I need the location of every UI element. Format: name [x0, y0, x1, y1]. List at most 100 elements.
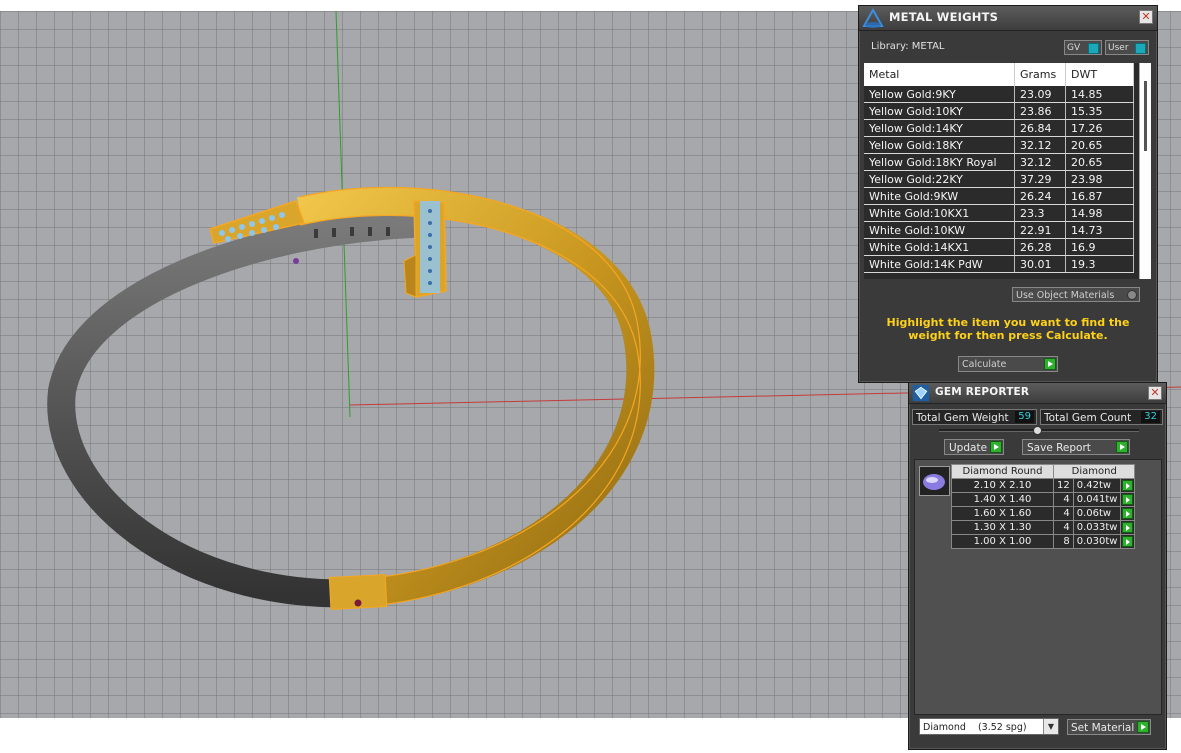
toggle-knob-icon [1135, 43, 1146, 54]
gem-table: Diamond Round Diamond 2.10 X 2.10 12 0.42t… [951, 464, 1136, 549]
col-metal[interactable]: Metal [864, 63, 1015, 86]
gem-weight-cell: 0.42tw [1072, 478, 1122, 493]
user-toggle[interactable]: User [1105, 40, 1149, 55]
scrollbar-thumb[interactable] [1144, 81, 1147, 151]
col-dwt[interactable]: DWT [1065, 63, 1134, 86]
gv-toggle-label: GV [1067, 43, 1081, 53]
use-object-materials-toggle[interactable]: Use Object Materials [1012, 287, 1140, 302]
gem-row[interactable]: 1.30 X 1.30 4 0.033tw [951, 520, 1136, 535]
total-gem-count-label: Total Gem Count [1044, 412, 1132, 424]
gem-weight-cell: 0.041tw [1072, 492, 1122, 507]
grams-cell: 22.91 [1014, 221, 1066, 239]
gem-count-cell: 8 [1053, 534, 1074, 549]
dwt-cell: 19.3 [1065, 255, 1134, 273]
metal-row[interactable]: Yellow Gold:18KY 32.12 20.65 [864, 136, 1134, 154]
calculate-label: Calculate [962, 359, 1007, 370]
gem-row[interactable]: 1.40 X 1.40 4 0.041tw [951, 492, 1136, 507]
gem-count-cell: 12 [1053, 478, 1074, 493]
save-report-button[interactable]: Save Report [1022, 439, 1130, 455]
set-material-label: Set Material [1071, 722, 1135, 734]
metal-row[interactable]: White Gold:10KX1 23.3 14.98 [864, 204, 1134, 222]
grams-cell: 23.3 [1014, 204, 1066, 222]
gem-material-header: Diamond [1052, 464, 1136, 479]
metal-weights-title: METAL WEIGHTS [889, 10, 999, 24]
metal-name-cell: White Gold:10KW [864, 221, 1015, 239]
dwt-cell: 20.65 [1065, 153, 1134, 171]
close-icon[interactable]: ✕ [1148, 386, 1162, 400]
close-icon[interactable]: ✕ [1139, 10, 1153, 24]
dwt-cell: 16.87 [1065, 187, 1134, 205]
diamond-icon [923, 474, 945, 490]
gem-row-action[interactable] [1120, 534, 1136, 549]
metal-row[interactable]: Yellow Gold:14KY 26.84 17.26 [864, 119, 1134, 137]
dwt-cell: 15.35 [1065, 102, 1134, 120]
play-arrow-icon [1137, 721, 1149, 733]
splitter-handle[interactable] [1033, 426, 1042, 435]
metal-row[interactable]: White Gold:14KX1 26.28 16.9 [864, 238, 1134, 256]
diamond-thumbnail[interactable] [919, 466, 950, 496]
material-select-value: Diamond (3.52 spg) [923, 722, 1027, 733]
toggle-knob-icon [1088, 43, 1099, 54]
play-arrow-icon [1122, 536, 1134, 547]
play-arrow-icon [990, 441, 1002, 453]
gem-weight-cell: 0.030tw [1072, 534, 1122, 549]
instruction-text: Highlight the item you want to find the … [886, 316, 1130, 342]
metal-table-scrollbar[interactable] [1139, 63, 1151, 279]
grams-cell: 26.28 [1014, 238, 1066, 256]
grams-cell: 30.01 [1014, 255, 1066, 273]
gem-size-cell: 2.10 X 2.10 [951, 478, 1054, 493]
grams-cell: 23.86 [1014, 102, 1066, 120]
metal-row[interactable]: Yellow Gold:22KY 37.29 23.98 [864, 170, 1134, 188]
grams-cell: 26.24 [1014, 187, 1066, 205]
metal-row[interactable]: White Gold:9KW 26.24 16.87 [864, 187, 1134, 205]
gem-row-action[interactable] [1120, 478, 1136, 493]
metal-name-cell: Yellow Gold:18KY Royal [864, 153, 1015, 171]
gv-toggle[interactable]: GV [1064, 40, 1102, 55]
metal-row[interactable]: Yellow Gold:10KY 23.86 15.35 [864, 102, 1134, 120]
metal-weights-panel: METAL WEIGHTS ✕ Library: METAL GV User M… [858, 5, 1158, 383]
gem-row[interactable]: 2.10 X 2.10 12 0.42tw [951, 478, 1136, 493]
col-grams[interactable]: Grams [1014, 63, 1066, 86]
grams-cell: 32.12 [1014, 136, 1066, 154]
gem-size-cell: 1.00 X 1.00 [951, 534, 1054, 549]
play-arrow-icon [1122, 522, 1134, 533]
calculate-button[interactable]: Calculate [958, 356, 1058, 372]
gem-reporter-panel: GEM REPORTER ✕ Total Gem Weight 59 Total… [908, 382, 1167, 750]
gem-size-cell: 1.60 X 1.60 [951, 506, 1054, 521]
user-toggle-label: User [1108, 43, 1129, 53]
grams-cell: 26.84 [1014, 119, 1066, 137]
metal-row[interactable]: Yellow Gold:18KY Royal 32.12 20.65 [864, 153, 1134, 171]
dwt-cell: 16.9 [1065, 238, 1134, 256]
metal-row[interactable]: White Gold:10KW 22.91 14.73 [864, 221, 1134, 239]
gem-row-action[interactable] [1120, 520, 1136, 535]
play-arrow-icon [1122, 480, 1134, 491]
play-arrow-icon [1044, 358, 1056, 370]
metal-weights-titlebar[interactable]: METAL WEIGHTS ✕ [859, 6, 1157, 31]
gem-row[interactable]: 1.00 X 1.00 8 0.030tw [951, 534, 1136, 549]
metal-name-cell: Yellow Gold:22KY [864, 170, 1015, 188]
metal-name-cell: Yellow Gold:18KY [864, 136, 1015, 154]
use-object-materials-label: Use Object Materials [1016, 290, 1115, 301]
gem-row[interactable]: 1.60 X 1.60 4 0.06tw [951, 506, 1136, 521]
play-arrow-icon [1122, 494, 1134, 505]
gem-row-action[interactable] [1120, 506, 1136, 521]
metal-table: Metal Grams DWT Yellow Gold:9KY 23.09 14.8… [864, 63, 1151, 279]
metal-row[interactable]: White Gold:14K PdW 30.01 19.3 [864, 255, 1134, 273]
dwt-cell: 14.98 [1065, 204, 1134, 222]
gem-count-cell: 4 [1053, 520, 1074, 535]
gem-weight-cell: 0.06tw [1072, 506, 1122, 521]
set-material-button[interactable]: Set Material [1067, 719, 1151, 735]
material-select[interactable]: Diamond (3.52 spg) ▼ [919, 718, 1059, 735]
chevron-down-icon[interactable]: ▼ [1043, 719, 1058, 734]
gem-row-action[interactable] [1120, 492, 1136, 507]
metal-name-cell: Yellow Gold:9KY [864, 86, 1015, 103]
gem-reporter-icon [912, 384, 930, 402]
dwt-cell: 14.85 [1065, 86, 1134, 103]
metal-row[interactable]: Yellow Gold:9KY 23.09 14.85 [864, 86, 1134, 103]
total-gem-count-value: 32 [1141, 411, 1160, 423]
dwt-cell: 17.26 [1065, 119, 1134, 137]
update-button[interactable]: Update [944, 439, 1004, 455]
metal-table-header: Metal Grams DWT [864, 63, 1134, 86]
gem-reporter-titlebar[interactable]: GEM REPORTER ✕ [909, 383, 1166, 404]
gem-count-cell: 4 [1053, 492, 1074, 507]
